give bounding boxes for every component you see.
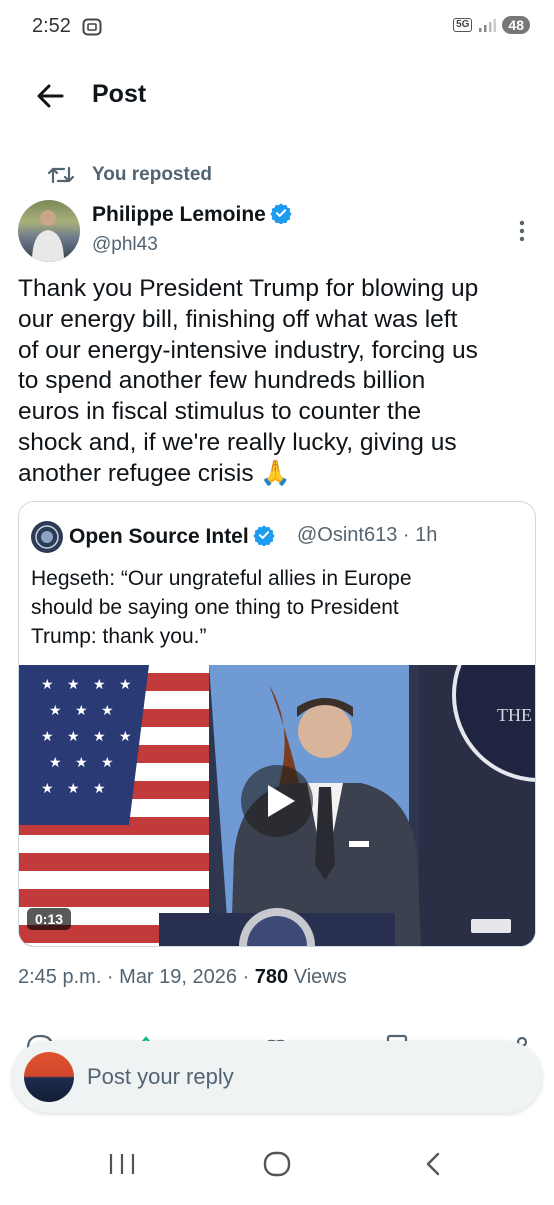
quoted-author-name: Open Source Intel <box>69 524 275 549</box>
seal-text: THE <box>497 705 532 725</box>
svg-text:★: ★ <box>49 703 62 719</box>
post-line: shock and, if we're really lucky, giving… <box>18 428 457 456</box>
quoted-line: Hegseth: “Our ungrateful allies in Europ… <box>31 567 412 590</box>
quoted-meta: @Osint613 · 1h <box>297 524 437 547</box>
verified-badge-icon <box>253 525 275 546</box>
svg-text:★: ★ <box>93 781 106 797</box>
more-options-icon[interactable] <box>512 218 532 244</box>
post-line: to spend another few hundreds billion <box>18 367 426 395</box>
back-nav-icon <box>426 1152 440 1176</box>
post-line: our energy bill, finishing off what was … <box>18 305 458 333</box>
quoted-line: Trump: thank you.” <box>31 625 207 648</box>
svg-text:★: ★ <box>41 677 54 693</box>
svg-text:★: ★ <box>93 677 106 693</box>
svg-text:★: ★ <box>67 729 80 745</box>
svg-text:★: ★ <box>67 781 80 797</box>
screenshot-icon <box>82 18 102 36</box>
post-line: Thank you President Trump for blowing up <box>18 275 479 302</box>
quoted-post-card[interactable]: Open Source Intel @Osint613 · 1h Hegseth… <box>18 501 536 947</box>
svg-text:★: ★ <box>119 729 132 745</box>
svg-text:★: ★ <box>119 677 132 693</box>
play-button[interactable] <box>241 765 313 837</box>
svg-text:★: ★ <box>101 755 114 771</box>
svg-text:★: ★ <box>75 755 88 771</box>
timestamp-time-date: 2:45 p.m. · Mar 19, 2026 · <box>18 966 255 988</box>
play-icon <box>268 785 295 817</box>
author-avatar[interactable] <box>18 200 80 262</box>
post-line: of our energy-intensive industry, forcin… <box>18 336 478 364</box>
svg-text:★: ★ <box>41 729 54 745</box>
author-name[interactable]: Philippe Lemoine <box>92 202 292 227</box>
quoted-author-name-text: Open Source Intel <box>69 525 249 548</box>
svg-text:★: ★ <box>101 703 114 719</box>
network-badge: 5G <box>453 18 473 32</box>
back-arrow-icon[interactable] <box>34 80 66 112</box>
page-title: Post <box>92 80 147 108</box>
quoted-line: should be saying one thing to President <box>31 596 399 619</box>
views-label: Views <box>288 966 347 988</box>
post-line: euros in fiscal stimulus to counter the <box>18 398 422 426</box>
verified-badge-icon <box>270 203 292 224</box>
status-icons: 5G 48 <box>453 16 530 34</box>
svg-text:★: ★ <box>49 755 62 771</box>
quoted-age: 1h <box>415 524 438 546</box>
signal-icon <box>479 19 497 32</box>
video-player[interactable]: ★ ★ ★ ★ ★ ★ ★ ★ ★ ★ ★ ★ ★ ★ ★ ★ ★ THE 0:… <box>19 665 535 946</box>
reply-input-placeholder[interactable]: Post your reply <box>87 1064 234 1090</box>
quoted-text: Hegseth: “Our ungrateful allies in Europ… <box>31 564 511 651</box>
home-icon <box>263 1151 291 1177</box>
quoted-author-avatar <box>31 521 63 553</box>
svg-text:★: ★ <box>41 781 54 797</box>
repost-icon <box>47 164 75 186</box>
author-handle[interactable]: @phl43 <box>92 234 158 256</box>
post-text: Thank you President Trump for blowing up… <box>18 274 538 490</box>
post-timestamp: 2:45 p.m. · Mar 19, 2026 · 780 Views <box>18 966 347 989</box>
reply-box[interactable]: Post your reply <box>12 1041 542 1113</box>
quoted-handle: @Osint613 <box>297 524 398 546</box>
post-line: another refugee crisis 🙏 <box>18 459 291 487</box>
user-avatar <box>24 1052 74 1102</box>
svg-text:★: ★ <box>67 677 80 693</box>
recents-icon <box>109 1154 135 1174</box>
meta-separator: · <box>402 524 410 546</box>
battery-badge: 48 <box>502 16 530 34</box>
repost-label: You reposted <box>92 164 212 185</box>
views-count: 780 <box>254 966 289 988</box>
status-time: 2:52 <box>32 15 71 37</box>
system-nav-bar <box>0 1130 554 1200</box>
svg-text:★: ★ <box>93 729 106 745</box>
author-name-text: Philippe Lemoine <box>92 203 266 226</box>
svg-text:★: ★ <box>75 703 88 719</box>
video-duration: 0:13 <box>27 908 72 930</box>
